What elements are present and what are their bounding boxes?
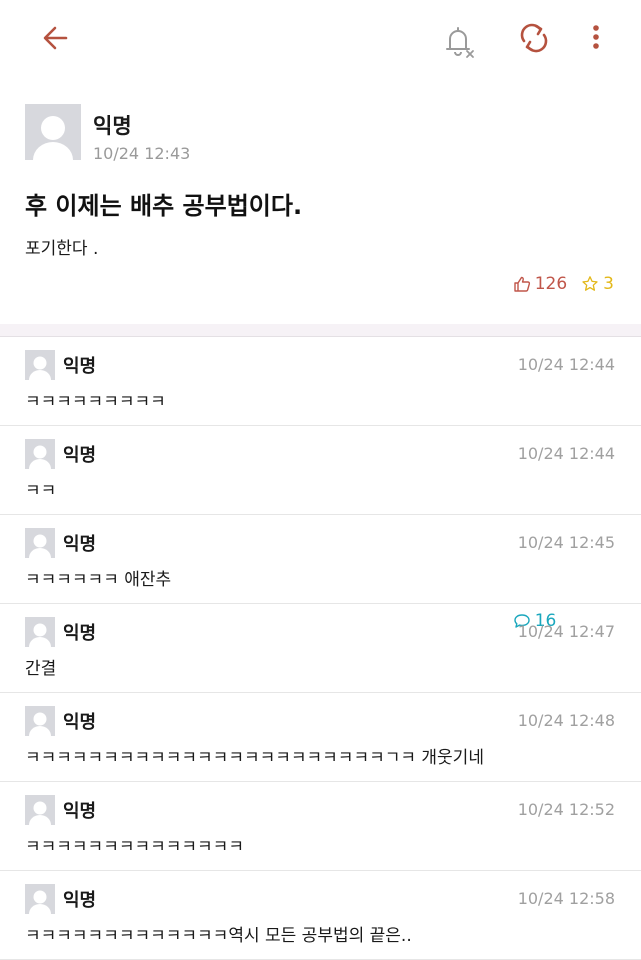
post: 익명 10/24 12:43 후 이제는 배추 공부법이다. 포기한다 . 12… — [0, 76, 641, 631]
avatar-placeholder-icon — [29, 801, 51, 825]
comment-text: ㅋㅋㅋㅋㅋㅋㅋㅋㅋㅋㅋㅋㅋㅋㅋㅋㅋㅋㅋㅋㅋㅋㅋㄱㅋ 개웃기네 — [25, 748, 484, 768]
avatar-placeholder-icon — [29, 356, 51, 380]
comment-text: ㅋㅋㅋㅋㅋㅋㅋㅋㅋㅋㅋㅋㅋ역시 모든 공부법의 끝은.. — [25, 926, 412, 946]
thumbs-up-icon — [514, 276, 530, 292]
comment-text: ㅋㅋㅋㅋㅋㅋㅋㅋㅋ — [25, 392, 166, 412]
avatar-placeholder-icon — [29, 534, 51, 558]
avatar — [25, 795, 55, 825]
arrow-left-icon[interactable] — [36, 18, 76, 58]
comment-time: 10/24 12:52 — [517, 800, 615, 819]
comment-author: 익명 — [63, 623, 97, 644]
avatar — [25, 350, 55, 380]
avatar-placeholder-icon — [29, 712, 51, 736]
comment-time: 10/24 12:47 — [517, 622, 615, 641]
comment-item[interactable]: 익명 10/24 12:47 간결 — [0, 604, 641, 693]
avatar — [25, 528, 55, 558]
comment-author: 익명 — [63, 890, 97, 911]
comment-list: 익명 10/24 12:44 ㅋㅋㅋㅋㅋㅋㅋㅋㅋ 익명 10/24 12:44 ㅋㅋ 익명 1… — [0, 337, 641, 960]
comment-time: 10/24 12:58 — [517, 889, 615, 908]
avatar — [25, 617, 55, 647]
more-vertical-icon[interactable] — [584, 18, 608, 58]
comment-author: 익명 — [63, 356, 97, 377]
comment-author: 익명 — [63, 445, 97, 466]
comment-text: 간결 — [25, 659, 57, 679]
like-count[interactable]: 126 — [513, 274, 567, 294]
refresh-icon[interactable] — [512, 16, 556, 60]
top-bar — [0, 0, 641, 76]
post-stats: 126 16 3 — [499, 274, 614, 631]
comment-item[interactable]: 익명 10/24 12:52 ㅋㅋㅋㅋㅋㅋㅋㅋㅋㅋㅋㅋㅋㅋ — [0, 782, 641, 871]
avatar — [25, 104, 81, 160]
comment-item[interactable]: 익명 10/24 12:44 ㅋㅋㅋㅋㅋㅋㅋㅋㅋ — [0, 337, 641, 426]
bell-off-icon[interactable] — [436, 18, 480, 62]
avatar-placeholder-icon — [29, 445, 51, 469]
scrap-count[interactable]: 3 — [581, 274, 614, 294]
post-time: 10/24 12:43 — [93, 144, 191, 163]
comment-author: 익명 — [63, 801, 97, 822]
comment-author: 익명 — [63, 712, 97, 733]
comment-item[interactable]: 익명 10/24 12:45 ㅋㅋㅋㅋㅋㅋ 애잔추 — [0, 515, 641, 604]
comment-item[interactable]: 익명 10/24 12:44 ㅋㅋ — [0, 426, 641, 515]
like-count-value: 126 — [534, 274, 568, 294]
comment-item[interactable]: 익명 10/24 12:48 ㅋㅋㅋㅋㅋㅋㅋㅋㅋㅋㅋㅋㅋㅋㅋㅋㅋㅋㅋㅋㅋㅋㅋㄱㅋ 개… — [0, 693, 641, 782]
scrap-count-value: 3 — [603, 274, 614, 294]
comment-time: 10/24 12:44 — [517, 355, 615, 374]
avatar-placeholder-icon — [29, 623, 51, 647]
post-author: 익명 — [93, 114, 132, 138]
post-title: 후 이제는 배추 공부법이다. — [25, 192, 303, 220]
avatar-placeholder-icon — [33, 116, 73, 160]
comment-time: 10/24 12:44 — [517, 444, 615, 463]
comment-author: 익명 — [63, 534, 97, 555]
avatar — [25, 439, 55, 469]
star-icon — [582, 276, 598, 291]
section-divider — [0, 324, 641, 337]
comment-text: ㅋㅋㅋㅋㅋㅋㅋㅋㅋㅋㅋㅋㅋㅋ — [25, 837, 244, 857]
avatar — [25, 706, 55, 736]
avatar — [25, 884, 55, 914]
comment-item[interactable]: 익명 10/24 12:58 ㅋㅋㅋㅋㅋㅋㅋㅋㅋㅋㅋㅋㅋ역시 모든 공부법의 끝은.… — [0, 871, 641, 960]
avatar-placeholder-icon — [29, 890, 51, 914]
comment-time: 10/24 12:45 — [517, 533, 615, 552]
comment-text: ㅋㅋㅋㅋㅋㅋ 애잔추 — [25, 570, 172, 590]
comment-text: ㅋㅋ — [25, 481, 57, 501]
post-body: 포기한다 . — [25, 239, 99, 259]
comment-time: 10/24 12:48 — [517, 711, 615, 730]
